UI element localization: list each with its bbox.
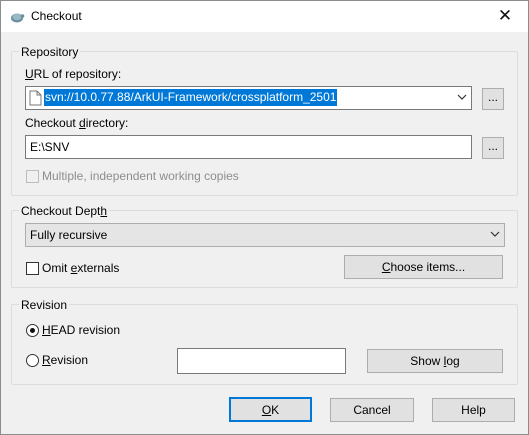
omit-externals-label[interactable]: Omit externals xyxy=(42,261,119,275)
checkout-depth-legend: Checkout Depth xyxy=(19,204,110,218)
help-button[interactable]: Help xyxy=(432,398,515,422)
multiple-working-copies-checkbox[interactable] xyxy=(26,170,39,183)
revision-label[interactable]: Revision xyxy=(42,353,88,367)
multiple-working-copies-label: Multiple, independent working copies xyxy=(42,169,239,183)
url-value[interactable]: svn://10.0.77.88/ArkUI-Framework/crosspl… xyxy=(44,89,338,106)
depth-dropdown[interactable]: Fully recursive xyxy=(25,223,505,247)
revision-legend: Revision xyxy=(19,298,70,312)
checkout-directory-input[interactable]: E:\SNV xyxy=(25,135,472,159)
radio-selected-dot xyxy=(30,328,35,333)
url-combobox[interactable]: svn://10.0.77.88/ArkUI-Framework/crosspl… xyxy=(25,86,472,110)
window-title: Checkout xyxy=(31,9,82,23)
choose-items-button[interactable]: Choose items... xyxy=(344,255,503,279)
title-bar[interactable]: Checkout ✕ xyxy=(1,1,528,32)
omit-externals-checkbox[interactable] xyxy=(26,262,39,275)
ok-button[interactable]: OK xyxy=(229,397,312,422)
repository-legend: Repository xyxy=(19,45,81,59)
checkout-dialog: Checkout ✕ Repository URL of repository:… xyxy=(0,0,529,435)
browse-directory-button[interactable]: ... xyxy=(482,137,504,159)
show-log-button[interactable]: Show log xyxy=(367,349,503,373)
checkout-directory-label: Checkout directory: xyxy=(25,116,129,130)
revision-radio[interactable] xyxy=(26,354,39,367)
browse-url-button[interactable]: ... xyxy=(482,88,504,110)
head-revision-label[interactable]: HEAD revision xyxy=(42,323,120,337)
chevron-down-icon[interactable] xyxy=(490,229,500,239)
depth-selected: Fully recursive xyxy=(30,228,108,242)
cancel-button[interactable]: Cancel xyxy=(330,398,414,422)
close-icon: ✕ xyxy=(497,6,513,25)
head-revision-radio[interactable] xyxy=(26,324,39,337)
url-label: URL of repository: xyxy=(25,67,122,81)
file-icon xyxy=(29,90,42,106)
chevron-down-icon[interactable] xyxy=(457,92,467,102)
tortoise-app-icon xyxy=(11,13,25,23)
revision-input[interactable] xyxy=(177,348,346,374)
close-button[interactable]: ✕ xyxy=(482,1,528,31)
